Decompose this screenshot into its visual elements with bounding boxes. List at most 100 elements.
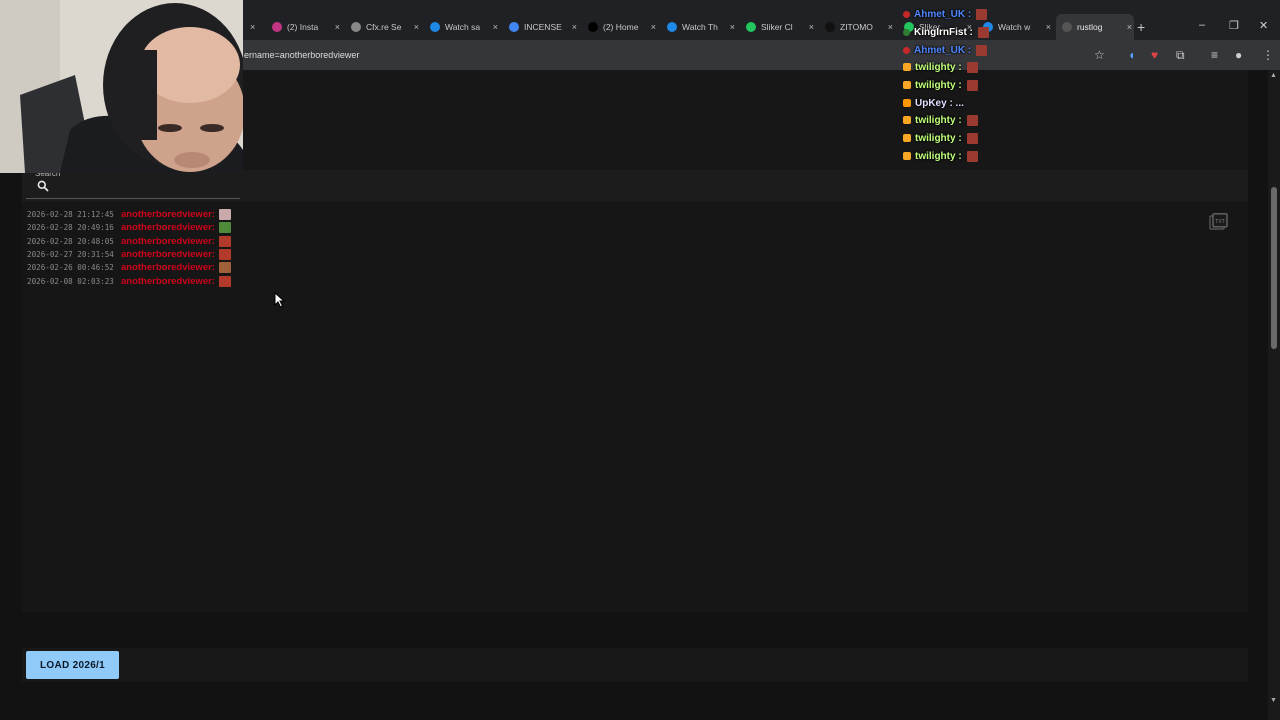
screen: × (2) Insta × Cfx.re Se × Watch sa × INCENSE × (2…	[0, 0, 1280, 720]
emote-image	[218, 235, 231, 247]
chat-username: twilighty :	[915, 114, 962, 126]
tab-close-icon[interactable]: ×	[1127, 22, 1132, 32]
browser-tab[interactable]: ZITOMO ×	[819, 14, 895, 40]
browser-tab[interactable]: INCENSE ×	[503, 14, 579, 40]
url-text[interactable]: ername=anotherboredviewer	[244, 50, 359, 60]
log-username[interactable]: anotherboredviewer:	[121, 209, 215, 220]
tab-title: (2) Home	[603, 22, 639, 32]
mouse-cursor-icon	[274, 292, 286, 308]
tab-close-icon[interactable]: ×	[730, 22, 735, 32]
tab-close-icon[interactable]: ×	[572, 22, 577, 32]
chat-badge-icon	[903, 46, 910, 54]
bookmark-star-icon[interactable]: ☆	[1094, 48, 1105, 62]
page-scrollbar[interactable]	[1268, 70, 1280, 720]
spacer-band	[22, 612, 1248, 648]
tab-close-icon[interactable]: ×	[414, 22, 419, 32]
log-username[interactable]: anotherboredviewer:	[121, 276, 215, 287]
chat-badge-icon	[903, 152, 911, 160]
chat-username: Ahmet_UK :	[914, 8, 972, 20]
tab-favicon-icon	[509, 22, 519, 32]
tab-title: Cfx.re Se	[366, 22, 402, 32]
tab-favicon-icon	[667, 22, 677, 32]
tab-title: Sliker Cl	[761, 22, 793, 32]
log-row: 2026-02-28 20:49:16 anotherboredviewer:	[27, 221, 231, 234]
tab-favicon-icon	[430, 22, 440, 32]
tab-close-icon[interactable]: ×	[335, 22, 340, 32]
search-input[interactable]	[26, 176, 240, 199]
scrollbar-thumb[interactable]	[1271, 187, 1277, 349]
chat-username: KingIrnFist :	[914, 26, 973, 38]
tab-favicon-icon	[1062, 22, 1072, 32]
chat-username: twilighty :	[915, 132, 962, 144]
browser-tab[interactable]: Sliker Cl ×	[740, 14, 816, 40]
log-row: 2026-02-28 21:12:45 anotherboredviewer:	[27, 208, 231, 221]
log-username[interactable]: anotherboredviewer:	[121, 236, 215, 247]
footer-band	[22, 648, 1248, 682]
extensions-puzzle-icon[interactable]: ⧉	[1176, 48, 1185, 63]
tab-title: Watch Th	[682, 22, 718, 32]
tab-title: rustlog	[1077, 22, 1103, 32]
load-more-button[interactable]: LOAD 2026/1	[26, 651, 119, 679]
tab-close-icon[interactable]: ×	[651, 22, 656, 32]
extension-shield-icon[interactable]: ♥	[1151, 48, 1158, 62]
chat-username: twilighty :	[915, 61, 962, 73]
tab-title: (2) Insta	[287, 22, 319, 32]
chat-emote-image	[966, 132, 978, 144]
webcam-overlay	[0, 0, 243, 173]
emote-image	[218, 275, 231, 287]
browser-tab[interactable]: Cfx.re Se ×	[345, 14, 421, 40]
chat-username: twilighty :	[915, 79, 962, 91]
tab-close-icon[interactable]: ×	[809, 22, 814, 32]
tab-close-icon[interactable]: ×	[242, 14, 258, 40]
tab-title: ZITOMO	[840, 22, 873, 32]
chat-username: UpKey : ...	[915, 97, 964, 109]
chat-badge-icon	[903, 99, 911, 107]
text-view-icon[interactable]: TXT	[1208, 213, 1228, 231]
close-window-button[interactable]: ✕	[1259, 19, 1268, 32]
chat-message: UpKey : ...	[903, 95, 964, 111]
chat-message: twilighty :	[903, 59, 978, 75]
emote-image	[218, 262, 231, 274]
tab-favicon-icon	[351, 22, 361, 32]
log-row: 2026-02-27 20:31:54 anotherboredviewer:	[27, 248, 231, 261]
browser-tab[interactable]: rustlog ×	[1056, 14, 1134, 40]
chat-message: twilighty :	[903, 77, 978, 93]
read-aloud-icon[interactable]: ◖	[1128, 48, 1135, 62]
log-timestamp: 2026-02-26 00:46:52	[27, 263, 114, 273]
minimize-button[interactable]: –	[1199, 19, 1205, 31]
chat-message: Ahmet_UK :	[903, 6, 988, 22]
tab-favicon-icon	[272, 22, 282, 32]
chat-message: twilighty :	[903, 130, 978, 146]
browser-tab[interactable]: (2) Insta ×	[266, 14, 342, 40]
scroll-down-arrow-icon[interactable]: ▼	[1270, 697, 1277, 704]
emote-image	[218, 209, 231, 220]
reading-list-icon[interactable]: ≡	[1211, 48, 1218, 62]
log-username[interactable]: anotherboredviewer:	[121, 249, 215, 260]
svg-text:TXT: TXT	[1214, 219, 1225, 225]
chat-badge-icon	[903, 134, 911, 142]
browser-menu-icon[interactable]: ⋮	[1262, 48, 1274, 62]
new-tab-button[interactable]: +	[1137, 19, 1145, 35]
chat-emote-image	[966, 114, 978, 126]
tab-close-icon[interactable]: ×	[493, 22, 498, 32]
chat-emote-image	[976, 44, 988, 56]
browser-tab[interactable]: Watch Th ×	[661, 14, 737, 40]
tab-close-icon[interactable]: ×	[888, 22, 893, 32]
chat-username: twilighty :	[915, 150, 962, 162]
log-timestamp: 2026-02-28 20:49:16	[27, 223, 114, 233]
tab-close-icon[interactable]: ×	[1046, 22, 1051, 32]
browser-tab[interactable]: Watch sa ×	[424, 14, 500, 40]
chat-badge-icon	[903, 116, 911, 124]
chat-emote-image	[966, 150, 978, 162]
profile-avatar-icon[interactable]: ●	[1235, 48, 1242, 62]
log-username[interactable]: anotherboredviewer:	[121, 262, 215, 273]
log-username[interactable]: anotherboredviewer:	[121, 222, 215, 233]
scroll-up-arrow-icon[interactable]: ▲	[1270, 72, 1277, 79]
chat-emote-image	[977, 26, 989, 38]
browser-tab[interactable]: (2) Home ×	[582, 14, 658, 40]
chat-emote-image	[966, 79, 978, 91]
chat-message: Ahmet_UK :	[903, 42, 988, 58]
log-row: 2026-02-28 20:48:05 anotherboredviewer:	[27, 235, 231, 248]
maximize-button[interactable]: ❐	[1229, 19, 1239, 32]
chat-badge-icon	[903, 81, 911, 89]
